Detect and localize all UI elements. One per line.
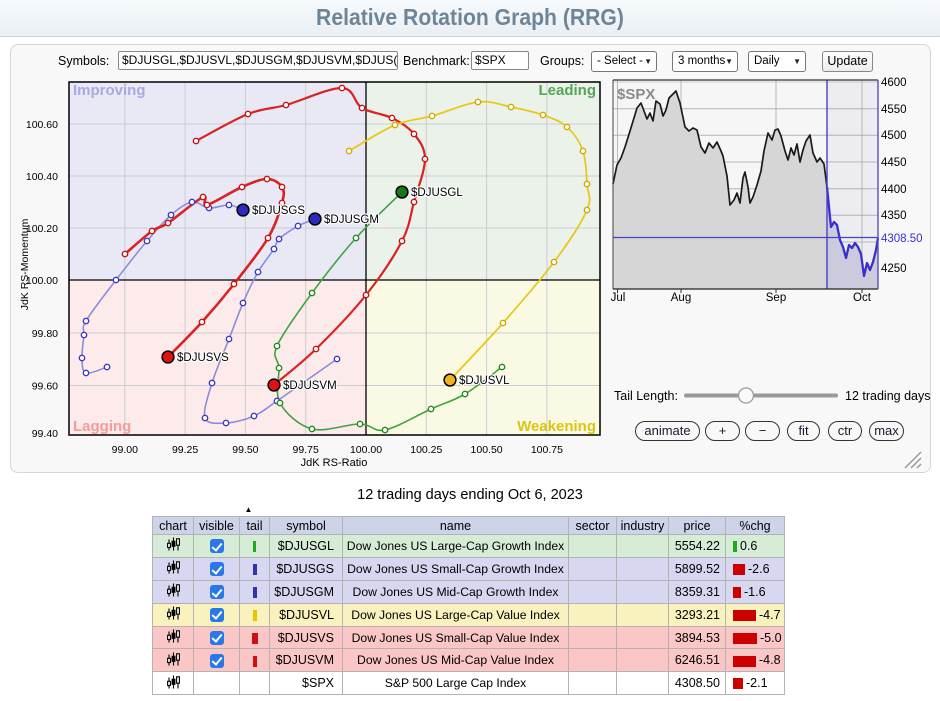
svg-text:4350: 4350	[881, 210, 907, 222]
svg-text:Lagging: Lagging	[73, 418, 131, 435]
svg-text:99.50: 99.50	[232, 444, 258, 456]
svg-text:Aug: Aug	[671, 292, 691, 304]
svg-text:$DJUSVM: $DJUSVM	[283, 380, 337, 392]
svg-text:4250: 4250	[881, 263, 907, 275]
svg-text:$DJUSGL: $DJUSGL	[411, 187, 463, 199]
svg-text:$SPX: $SPX	[617, 86, 655, 103]
svg-text:100.25: 100.25	[410, 444, 442, 456]
svg-text:4600: 4600	[881, 77, 907, 89]
svg-text:Improving: Improving	[73, 82, 146, 99]
svg-text:$DJUSGM: $DJUSGM	[324, 214, 379, 226]
svg-text:JdK RS-Ratio: JdK RS-Ratio	[301, 457, 368, 469]
svg-text:100.00: 100.00	[350, 444, 382, 456]
svg-text:4550: 4550	[881, 104, 907, 116]
svg-text:99.40: 99.40	[32, 428, 58, 440]
svg-text:100.40: 100.40	[26, 171, 58, 183]
svg-text:Weakening: Weakening	[517, 418, 596, 435]
svg-text:99.60: 99.60	[32, 381, 58, 393]
svg-text:99.25: 99.25	[172, 444, 198, 456]
svg-text:99.75: 99.75	[293, 444, 319, 456]
svg-text:4400: 4400	[881, 184, 907, 196]
svg-text:JdK RS-Momentum: JdK RS-Momentum	[19, 218, 31, 310]
svg-text:$DJUSVS: $DJUSVS	[177, 352, 229, 364]
svg-text:100.60: 100.60	[26, 119, 58, 131]
svg-text:100.75: 100.75	[531, 444, 563, 456]
svg-text:Sep: Sep	[766, 292, 786, 304]
svg-text:4500: 4500	[881, 130, 907, 142]
svg-text:$DJUSGS: $DJUSGS	[252, 205, 305, 217]
svg-text:4308.50: 4308.50	[881, 233, 923, 245]
svg-text:99.00: 99.00	[112, 444, 138, 456]
svg-text:$DJUSVL: $DJUSVL	[459, 375, 510, 387]
svg-text:4450: 4450	[881, 157, 907, 169]
svg-text:Jul: Jul	[611, 292, 626, 304]
svg-text:99.80: 99.80	[32, 328, 58, 340]
svg-text:Leading: Leading	[538, 82, 596, 99]
svg-text:100.50: 100.50	[471, 444, 503, 456]
svg-text:Oct: Oct	[853, 292, 872, 304]
